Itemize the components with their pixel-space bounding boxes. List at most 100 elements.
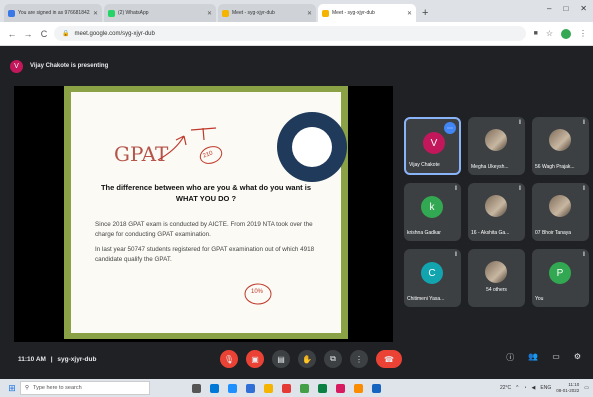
more-options-button[interactable]: ⋮ — [350, 350, 368, 368]
mic-off-icon: ǁ — [582, 120, 585, 126]
avatar — [549, 195, 571, 217]
chat-icon[interactable]: ▭ — [552, 352, 560, 363]
tab-label: Meet - syg-xjyr-dub — [232, 10, 275, 16]
system-tray: 22°C ^ ◔ ◀ ENG 11:10 08-01-2022 ▭ — [500, 382, 589, 394]
new-tab-button[interactable]: + — [422, 7, 428, 19]
people-icon[interactable]: 👥 — [528, 352, 538, 363]
edge-icon[interactable] — [210, 383, 219, 393]
app-icon[interactable] — [318, 383, 327, 393]
url-field[interactable]: 🔒 meet.google.com/syg-xjyr-dub — [54, 26, 526, 41]
taskbar-search-input[interactable]: ⚲ Type here to search — [20, 381, 150, 395]
search-placeholder: Type here to search — [33, 385, 82, 391]
close-icon[interactable]: ✕ — [207, 10, 212, 17]
participant-name: 07 Bhoir Tanaya — [535, 230, 572, 236]
browser-tab-meet-2[interactable]: Meet - syg-xjyr-dub ✕ — [318, 4, 416, 22]
browser-tab-signed-in[interactable]: You are signed in as 9766818422 ✕ — [4, 4, 102, 22]
forward-icon[interactable]: → — [22, 29, 34, 39]
participant-tile[interactable]: ǁ k krishna Gadkar — [404, 183, 461, 241]
close-icon[interactable]: ✕ — [93, 10, 98, 17]
reload-icon[interactable]: C — [38, 29, 50, 39]
chrome-icon[interactable] — [300, 383, 309, 393]
star-icon[interactable]: ☆ — [546, 29, 553, 38]
language-indicator[interactable]: ENG — [540, 385, 551, 391]
info-icon[interactable]: ⓘ — [506, 352, 514, 363]
search-icon: ⚲ — [25, 385, 30, 391]
meeting-code: syg-xjyr-dub — [57, 356, 97, 363]
app-icon[interactable] — [354, 383, 363, 393]
app-icon[interactable] — [336, 383, 345, 393]
avatar — [485, 195, 507, 217]
pharmastar-academy-logo — [277, 112, 347, 182]
avatar: k — [421, 196, 443, 218]
self-tile[interactable]: ǁ P You — [532, 249, 589, 307]
participant-tile[interactable]: ǁ C Chitimeni Yasa... — [404, 249, 461, 307]
participant-tile[interactable]: ǁ 07 Bhoir Tanaya — [532, 183, 589, 241]
tab-label: Meet - syg-xjyr-dub — [332, 10, 375, 16]
raise-hand-button[interactable]: ✋ — [298, 350, 316, 368]
back-icon[interactable]: ← — [6, 29, 18, 39]
participant-tile[interactable]: ǁ 16 - Akshita Ga... — [468, 183, 525, 241]
app-icon[interactable] — [282, 383, 291, 393]
minimize-button[interactable]: – — [547, 4, 551, 13]
browser-tab-strip: You are signed in as 9766818422 ✕ (2) Wh… — [0, 0, 593, 22]
camera-toggle-button[interactable]: ▣ — [246, 350, 264, 368]
word-icon[interactable] — [246, 383, 255, 393]
taskbar-clock[interactable]: 11:10 08-01-2022 — [556, 382, 579, 394]
notification-icon[interactable]: ▭ — [584, 385, 589, 391]
lock-icon: 🔒 — [62, 31, 70, 37]
others-tile[interactable]: 54 others — [468, 249, 525, 307]
captions-button[interactable]: ▤ — [272, 350, 290, 368]
store-icon[interactable] — [228, 383, 237, 393]
participant-tile[interactable]: ǁ Megha Ukeysh... — [468, 117, 525, 175]
mic-off-icon: ǁ — [582, 186, 585, 192]
mic-toggle-button[interactable]: 🎙 — [220, 350, 238, 368]
app-icon[interactable] — [372, 383, 381, 393]
menu-icon[interactable]: ⋮ — [579, 29, 587, 38]
task-view-icon[interactable] — [192, 383, 201, 393]
windows-taskbar: ⊞ ⚲ Type here to search 22°C ^ ◔ ◀ ENG 1… — [0, 379, 593, 397]
participant-name: 56 Wagh Prajak... — [535, 164, 575, 170]
avatar — [485, 261, 507, 283]
site-icon — [8, 9, 15, 17]
meeting-time: 11:10 AM — [18, 356, 46, 363]
mic-off-icon: ǁ — [454, 252, 457, 258]
slide-heading: The difference between who are you & wha… — [81, 182, 331, 204]
participant-tile[interactable]: ⋯ V Vijay Chakote — [404, 117, 461, 175]
network-icon[interactable]: ◔ — [524, 385, 527, 391]
mic-off-icon: ǁ — [454, 186, 457, 192]
close-window-button[interactable]: ✕ — [580, 4, 587, 13]
whatsapp-icon — [108, 9, 115, 17]
mic-off-icon: ǁ — [518, 120, 521, 126]
call-controls: 🎙 ▣ ▤ ✋ ⧉ ⋮ ☎ — [220, 350, 402, 368]
participant-name: Megha Ukeysh... — [471, 164, 509, 170]
windows-start-icon[interactable]: ⊞ — [4, 383, 20, 394]
camera-icon[interactable]: ■ — [534, 30, 538, 37]
slide-paragraph-2: In last year 50747 students registered f… — [95, 246, 315, 263]
taskbar-apps — [192, 383, 381, 393]
participant-tile[interactable]: ǁ 56 Wagh Prajak... — [532, 117, 589, 175]
separator: | — [50, 356, 53, 363]
annotation-percent: 10% — [251, 289, 264, 295]
maximize-button[interactable]: □ — [563, 4, 568, 13]
participant-name: 16 - Akshita Ga... — [471, 230, 510, 236]
participant-name: Chitimeni Yasa... — [407, 296, 445, 302]
slide-paragraph-1: Since 2018 GPAT exam is conducted by AIC… — [95, 221, 313, 238]
activities-icon[interactable]: ⚙ — [574, 352, 581, 363]
volume-icon[interactable]: ◀ — [532, 385, 536, 391]
folder-icon[interactable] — [264, 383, 273, 393]
window-controls: – □ ✕ — [547, 4, 587, 13]
leave-call-button[interactable]: ☎ — [376, 350, 402, 368]
presentation-stage: GPAT 210 The difference between who are … — [14, 86, 393, 342]
presenting-bar: V Vijay Chakote is presenting — [0, 46, 593, 86]
close-icon[interactable]: ✕ — [307, 10, 312, 17]
avatar — [485, 129, 507, 151]
participant-name: Vijay Chakote — [409, 162, 440, 168]
browser-tab-meet-1[interactable]: Meet - syg-xjyr-dub ✕ — [218, 4, 316, 22]
pin-icon[interactable]: ⋯ — [444, 122, 456, 134]
meeting-controls-bar: 11:10 AM | syg-xjyr-dub 🎙 ▣ ▤ ✋ ⧉ ⋮ ☎ ⓘ … — [0, 342, 593, 379]
profile-avatar[interactable] — [561, 28, 571, 39]
browser-tab-whatsapp[interactable]: (2) WhatsApp ✕ — [104, 4, 216, 22]
chevron-up-icon[interactable]: ^ — [516, 385, 518, 391]
close-icon[interactable]: ✕ — [407, 10, 412, 17]
present-button[interactable]: ⧉ — [324, 350, 342, 368]
